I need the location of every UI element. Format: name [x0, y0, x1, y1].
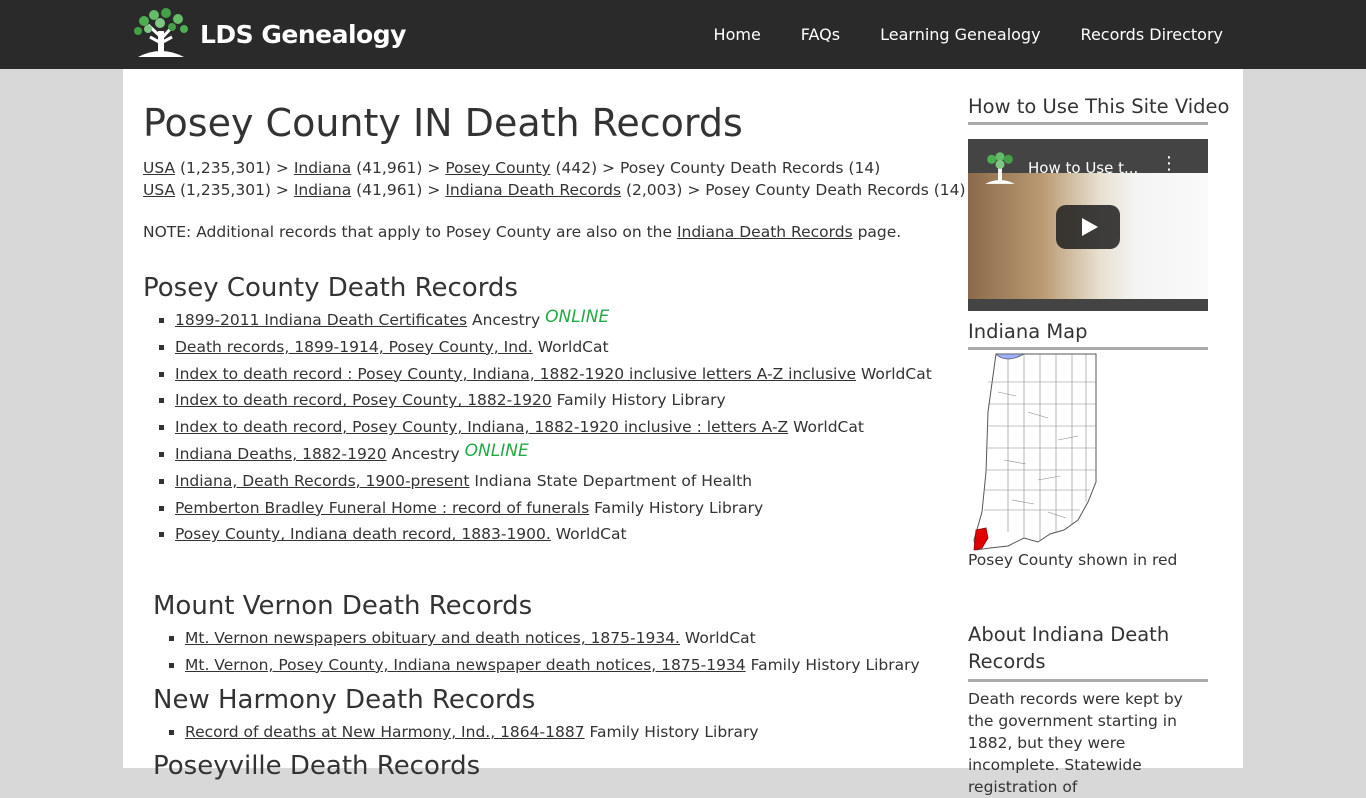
- record-source: Ancestry: [391, 444, 460, 463]
- video-player[interactable]: How to Use t... ⋮: [968, 139, 1208, 311]
- record-source: Ancestry: [472, 311, 541, 329]
- breadcrumb-text: (442) > Posey County Death Records (14): [550, 159, 881, 177]
- record-list: Record of deaths at New Harmony, Ind., 1…: [153, 719, 759, 746]
- about-widget: About Indiana Death Records Death record…: [968, 621, 1208, 798]
- list-item: 1899-2011 Indiana Death Certificates Anc…: [175, 307, 932, 334]
- map-caption: Posey County shown in red: [968, 551, 1178, 569]
- record-source: WorldCat: [860, 364, 932, 383]
- indiana-map: [973, 353, 1097, 551]
- section-poseyville: Poseyville Death Records: [153, 751, 480, 781]
- video-heading: How to Use This Site Video: [968, 95, 1229, 125]
- breadcrumb-link[interactable]: USA: [143, 181, 175, 199]
- page-title: Posey County IN Death Records: [143, 101, 743, 145]
- record-source: Family History Library: [556, 391, 726, 410]
- online-badge: ONLINE: [464, 440, 529, 461]
- breadcrumb-text: (2,003) > Posey County Death Records (14…: [621, 181, 966, 199]
- record-link[interactable]: Mt. Vernon, Posey County, Indiana newspa…: [185, 656, 746, 674]
- video-title: How to Use t...: [1028, 159, 1139, 177]
- section-mount-vernon: Mount Vernon Death Records Mt. Vernon ne…: [153, 591, 920, 679]
- breadcrumb-text: (41,961) >: [351, 181, 446, 199]
- tree-icon: [134, 8, 188, 57]
- list-item: Posey County, Indiana death record, 1883…: [175, 521, 932, 548]
- record-link[interactable]: Index to death record, Posey County, Ind…: [175, 418, 788, 436]
- breadcrumb-link[interactable]: Indiana Death Records: [445, 181, 621, 199]
- list-item: Mt. Vernon newspapers obituary and death…: [185, 625, 920, 652]
- breadcrumb-text: (41,961) >: [351, 159, 446, 177]
- breadcrumb-text: (1,235,301) >: [175, 181, 294, 199]
- play-icon[interactable]: [1056, 205, 1120, 249]
- about-text: Death records were kept by the governmen…: [968, 690, 1183, 796]
- list-item: Mt. Vernon, Posey County, Indiana newspa…: [185, 652, 920, 679]
- map-heading: Indiana Map: [968, 320, 1208, 350]
- logo-text: LDS Genealogy: [200, 19, 406, 49]
- breadcrumbs: USA (1,235,301) > Indiana (41,961) > Pos…: [143, 157, 966, 201]
- record-link[interactable]: Index to death record : Posey County, In…: [175, 365, 856, 383]
- site-header: LDS Genealogy Home FAQs Learning Genealo…: [0, 0, 1366, 69]
- breadcrumb-line-2: USA (1,235,301) > Indiana (41,961) > Ind…: [143, 179, 966, 201]
- section-posey-county: Posey County Death Records 1899-2011 Ind…: [143, 273, 932, 548]
- section-heading: Poseyville Death Records: [153, 751, 481, 781]
- online-badge: ONLINE: [545, 307, 610, 327]
- section-new-harmony: New Harmony Death Records Record of deat…: [153, 685, 759, 746]
- record-list: 1899-2011 Indiana Death Certificates Anc…: [143, 307, 932, 548]
- record-link[interactable]: Record of deaths at New Harmony, Ind., 1…: [185, 723, 585, 741]
- nav-records-directory[interactable]: Records Directory: [1081, 25, 1223, 44]
- section-heading: Mount Vernon Death Records: [153, 591, 533, 621]
- nav-home[interactable]: Home: [714, 25, 761, 44]
- record-source: WorldCat: [555, 525, 627, 544]
- list-item: Pemberton Bradley Funeral Home : record …: [175, 495, 932, 522]
- list-item: Record of deaths at New Harmony, Ind., 1…: [185, 719, 759, 746]
- breadcrumb-link[interactable]: Indiana: [294, 181, 351, 199]
- list-item: Indiana Deaths, 1882-1920 Ancestry ONLIN…: [175, 441, 932, 468]
- nav-learning-genealogy[interactable]: Learning Genealogy: [880, 25, 1040, 44]
- site-logo[interactable]: LDS Genealogy: [130, 6, 406, 62]
- map-widget: Indiana Map: [968, 320, 1208, 350]
- tree-icon: [985, 152, 1015, 184]
- record-link[interactable]: Mt. Vernon newspapers obituary and death…: [185, 629, 680, 647]
- record-source: Family History Library: [594, 498, 764, 517]
- about-heading: About Indiana Death Records: [968, 621, 1208, 682]
- list-item: Death records, 1899-1914, Posey County, …: [175, 334, 932, 361]
- section-heading: New Harmony Death Records: [153, 685, 536, 715]
- nav-faqs[interactable]: FAQs: [801, 25, 840, 44]
- breadcrumb-link[interactable]: Posey County: [445, 159, 550, 177]
- list-item: Index to death record, Posey County, Ind…: [175, 414, 932, 441]
- record-link[interactable]: Index to death record, Posey County, 188…: [175, 391, 552, 409]
- video-widget: How to Use This Site Video: [968, 95, 1229, 125]
- record-source: WorldCat: [684, 629, 756, 647]
- breadcrumb-text: (1,235,301) >: [175, 159, 294, 177]
- record-link[interactable]: Posey County, Indiana death record, 1883…: [175, 525, 551, 543]
- record-source: Family History Library: [750, 655, 920, 674]
- note-prefix: NOTE: Additional records that apply to P…: [143, 223, 677, 241]
- record-link[interactable]: 1899-2011 Indiana Death Certificates: [175, 311, 467, 329]
- breadcrumb-link[interactable]: Indiana: [294, 159, 351, 177]
- main-nav: Home FAQs Learning Genealogy Records Dir…: [674, 0, 1223, 69]
- breadcrumb-link[interactable]: USA: [143, 159, 175, 177]
- note-suffix: page.: [852, 223, 902, 241]
- record-source: WorldCat: [537, 337, 609, 356]
- list-item: Index to death record, Posey County, 188…: [175, 387, 932, 414]
- record-source: Indiana State Department of Health: [474, 471, 753, 490]
- record-source: WorldCat: [793, 418, 864, 437]
- breadcrumb-line-1: USA (1,235,301) > Indiana (41,961) > Pos…: [143, 157, 966, 179]
- record-list: Mt. Vernon newspapers obituary and death…: [153, 625, 920, 679]
- list-item: Indiana, Death Records, 1900-present Ind…: [175, 468, 932, 495]
- section-heading: Posey County Death Records: [143, 273, 518, 303]
- record-link[interactable]: Pemberton Bradley Funeral Home : record …: [175, 499, 589, 517]
- note-text: NOTE: Additional records that apply to P…: [143, 223, 901, 241]
- record-link[interactable]: Death records, 1899-1914, Posey County, …: [175, 338, 533, 356]
- record-link[interactable]: Indiana Deaths, 1882-1920: [175, 445, 387, 463]
- more-icon[interactable]: ⋮: [1160, 155, 1178, 173]
- record-link[interactable]: Indiana, Death Records, 1900-present: [175, 472, 469, 490]
- page-container: Posey County IN Death Records USA (1,235…: [123, 69, 1243, 796]
- record-source: Family History Library: [589, 723, 759, 741]
- list-item: Index to death record : Posey County, In…: [175, 361, 932, 388]
- note-link[interactable]: Indiana Death Records: [677, 223, 853, 241]
